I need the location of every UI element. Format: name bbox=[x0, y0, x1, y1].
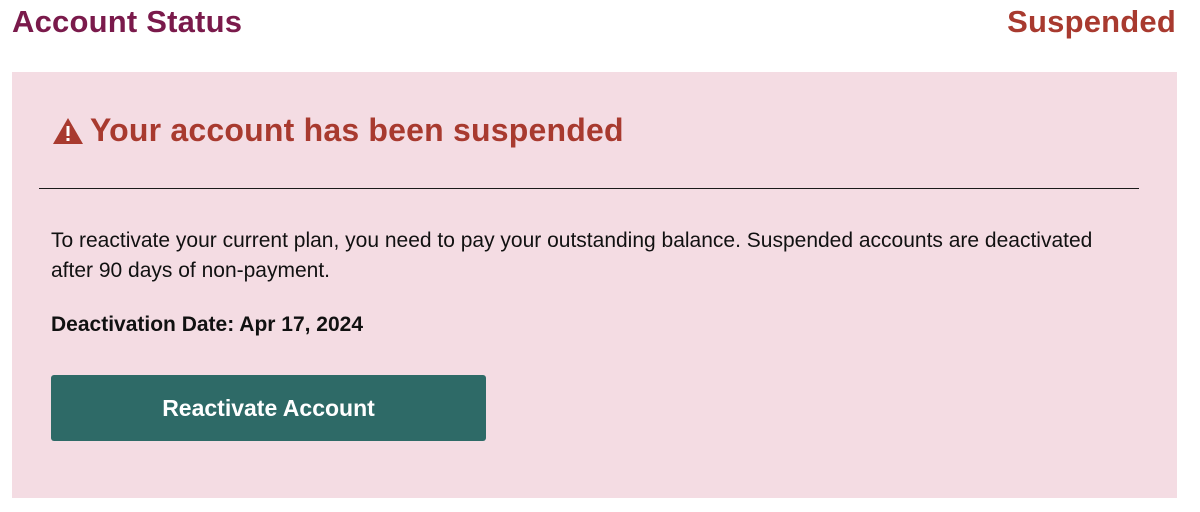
alert-description: To reactivate your current plan, you nee… bbox=[51, 229, 1093, 282]
deactivation-date: Deactivation Date: Apr 17, 2024 bbox=[51, 313, 364, 336]
account-status-page: Account Status Suspended Your account ha… bbox=[0, 0, 1200, 512]
divider bbox=[39, 188, 1139, 189]
alert-heading: Your account has been suspended bbox=[52, 112, 624, 149]
suspension-alert-panel: Your account has been suspended To react… bbox=[12, 72, 1177, 498]
reactivate-account-button[interactable]: Reactivate Account bbox=[51, 375, 486, 441]
header: Account Status Suspended bbox=[12, 0, 1176, 44]
page-title: Account Status bbox=[12, 4, 243, 39]
status-badge: Suspended bbox=[1007, 4, 1176, 39]
warning-icon bbox=[52, 116, 84, 146]
alert-title: Your account has been suspended bbox=[90, 112, 624, 148]
